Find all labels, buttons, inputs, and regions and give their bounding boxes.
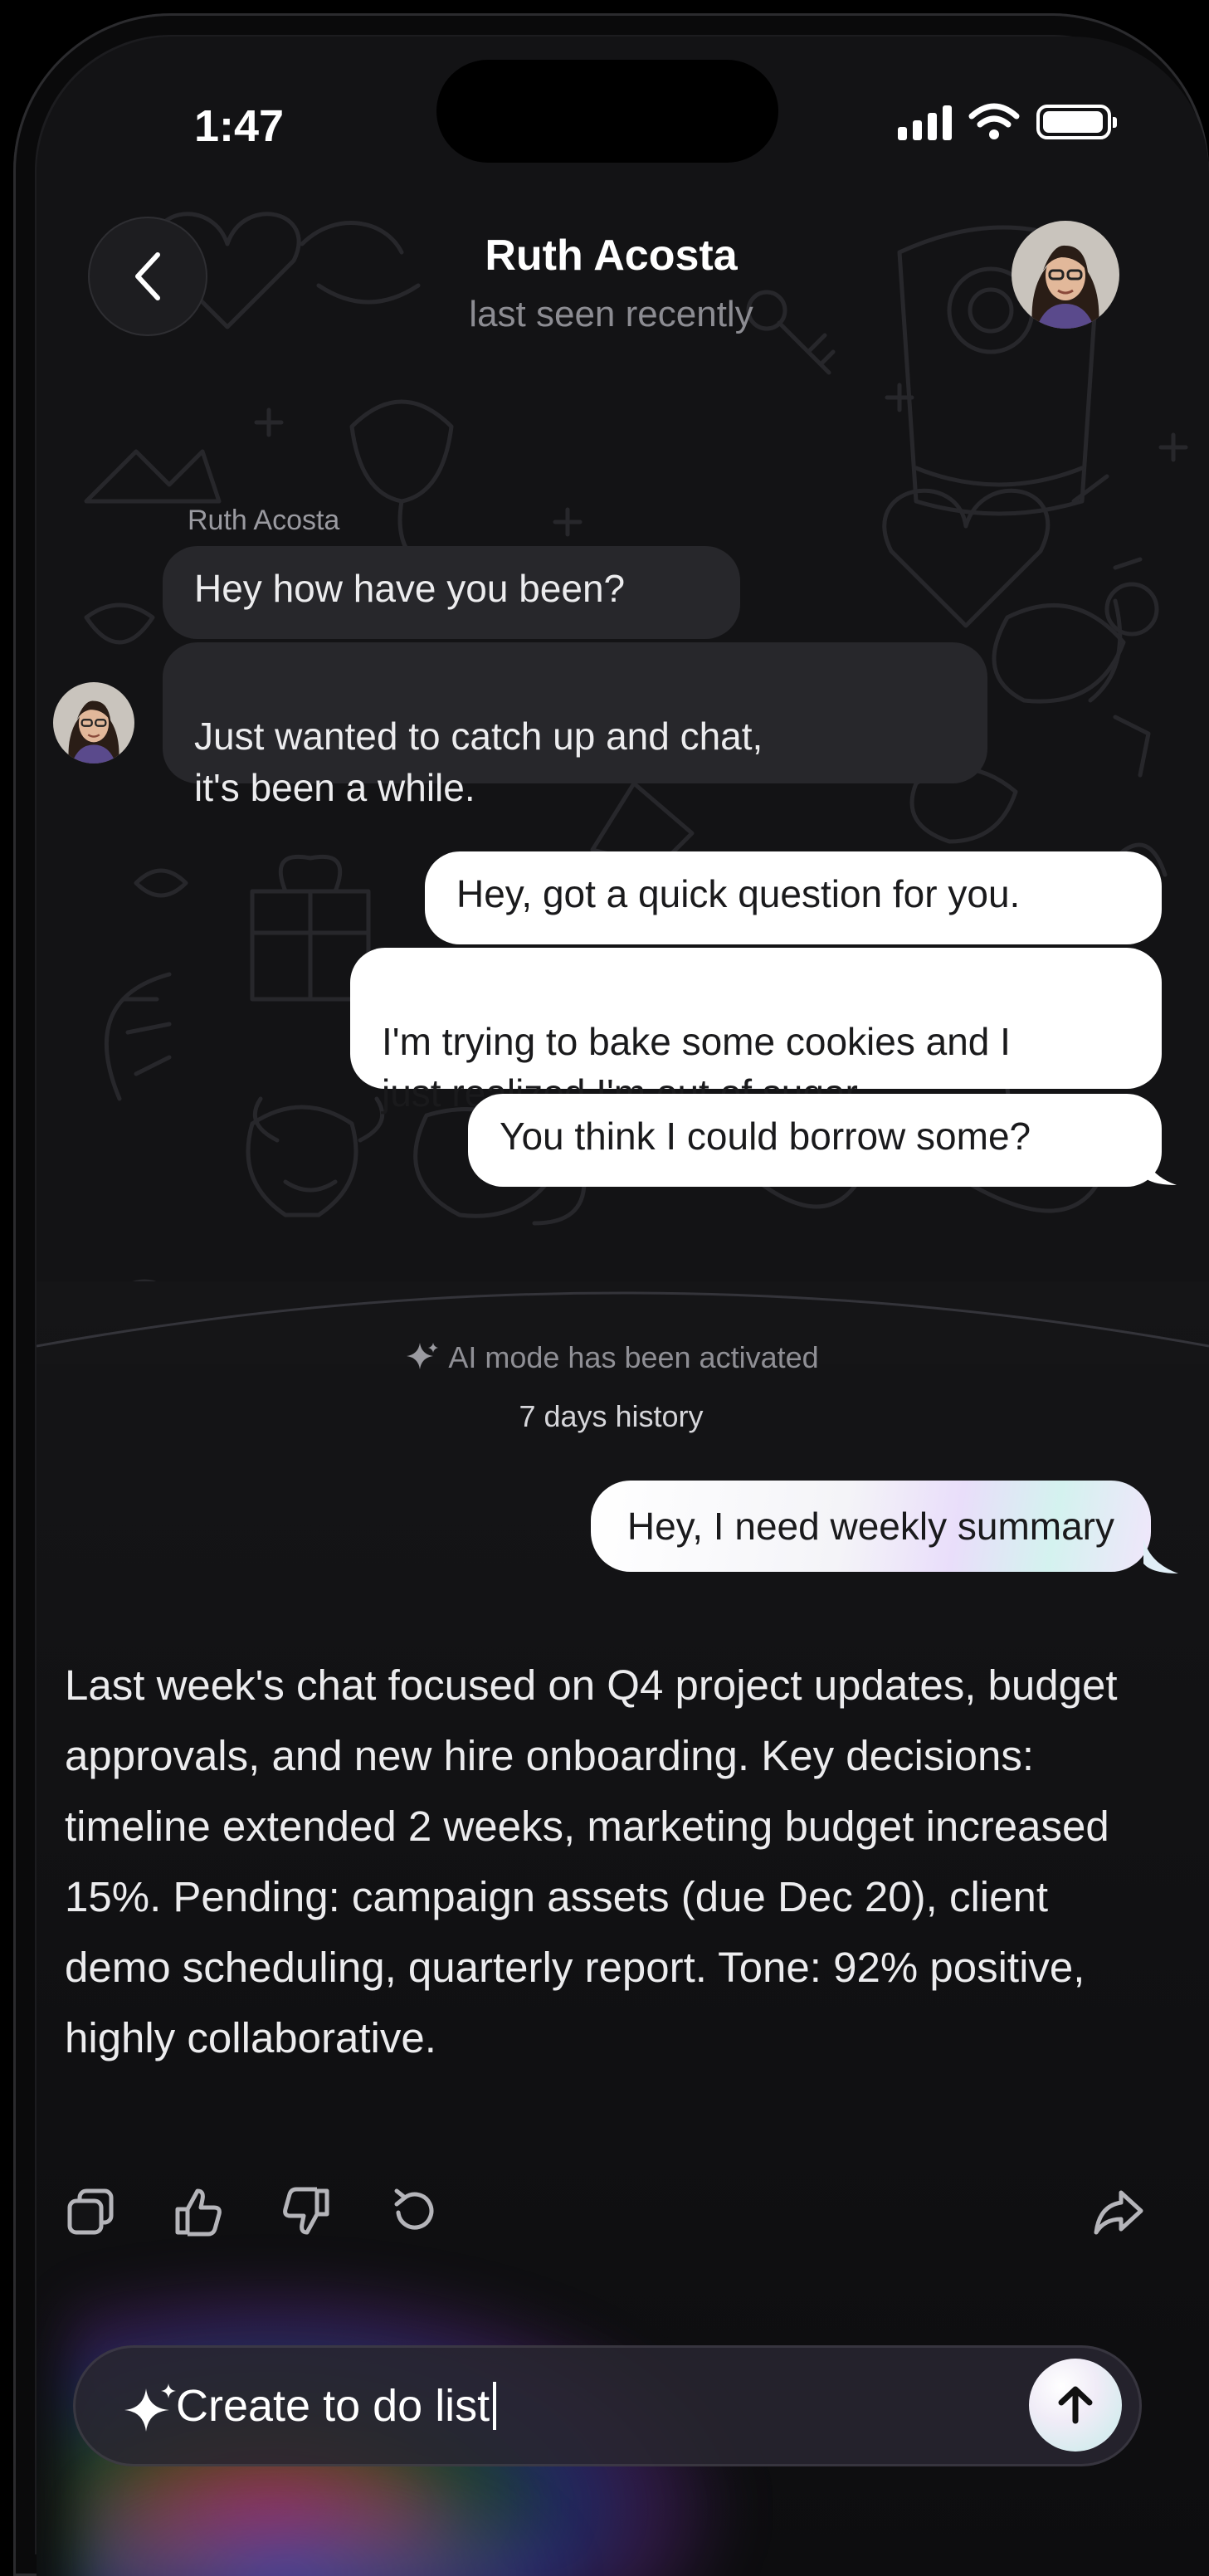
send-button[interactable] bbox=[1029, 2359, 1122, 2452]
status-icons bbox=[898, 103, 1117, 141]
outgoing-message[interactable]: You think I could borrow some? bbox=[468, 1094, 1162, 1187]
text-caret bbox=[493, 2382, 497, 2430]
sparkle-icon bbox=[124, 2383, 176, 2432]
arrow-up-icon bbox=[1058, 2386, 1093, 2424]
dynamic-island bbox=[436, 60, 778, 163]
bubble-tail bbox=[1142, 1150, 1177, 1185]
battery-icon bbox=[1036, 105, 1117, 139]
incoming-message[interactable]: Hey how have you been? bbox=[163, 546, 740, 639]
regenerate-icon bbox=[394, 2188, 434, 2230]
outgoing-message[interactable]: Hey, got a quick question for you. bbox=[425, 851, 1162, 944]
message-text: Hey how have you been? bbox=[194, 567, 626, 610]
response-actions bbox=[65, 2186, 440, 2237]
sender-name: Ruth Acosta bbox=[188, 505, 340, 536]
dislike-button[interactable] bbox=[280, 2186, 332, 2237]
status-time: 1:47 bbox=[194, 101, 285, 151]
message-input[interactable]: Create to do list bbox=[176, 2377, 497, 2435]
ai-sparkle-button[interactable] bbox=[123, 2380, 181, 2438]
thumbs-down-icon bbox=[283, 2187, 329, 2235]
copy-icon bbox=[67, 2188, 114, 2235]
copy-button[interactable] bbox=[65, 2186, 116, 2237]
message-text: You think I could borrow some? bbox=[500, 1115, 1031, 1158]
cellular-signal-icon bbox=[898, 104, 952, 140]
like-button[interactable] bbox=[173, 2186, 224, 2237]
ai-prompt-message[interactable]: Hey, I need weekly summary bbox=[590, 1481, 1151, 1572]
message-text: Hey, got a quick question for you. bbox=[456, 872, 1021, 915]
share-icon bbox=[1094, 2190, 1143, 2235]
incoming-message[interactable]: Just wanted to catch up and chat, it's b… bbox=[163, 642, 987, 809]
bubble-tail bbox=[1143, 1539, 1178, 1573]
message-input-value: Create to do list bbox=[176, 2381, 490, 2431]
share-button[interactable] bbox=[1093, 2186, 1144, 2237]
ai-mode-text: AI mode has been activated bbox=[448, 1340, 819, 1374]
regenerate-button[interactable] bbox=[388, 2186, 440, 2237]
sparkle-icon bbox=[407, 1343, 439, 1369]
message-text: Hey, I need weekly summary bbox=[626, 1505, 1114, 1548]
sender-avatar[interactable] bbox=[53, 682, 134, 764]
ai-mode-notice: AI mode has been activated bbox=[13, 1339, 1209, 1376]
history-range[interactable]: 7 days history bbox=[13, 1399, 1209, 1434]
phone-frame: 1:47 Ruth Acosta last seen recently Ruth… bbox=[13, 13, 1209, 2576]
wifi-icon bbox=[968, 103, 1020, 139]
ai-summary-text: Last week's chat focused on Q4 project u… bbox=[65, 1661, 1118, 2061]
thumbs-up-icon bbox=[175, 2188, 222, 2237]
contact-avatar[interactable] bbox=[1012, 221, 1119, 329]
outgoing-message[interactable]: I'm trying to bake some cookies and I ju… bbox=[350, 948, 1162, 1115]
